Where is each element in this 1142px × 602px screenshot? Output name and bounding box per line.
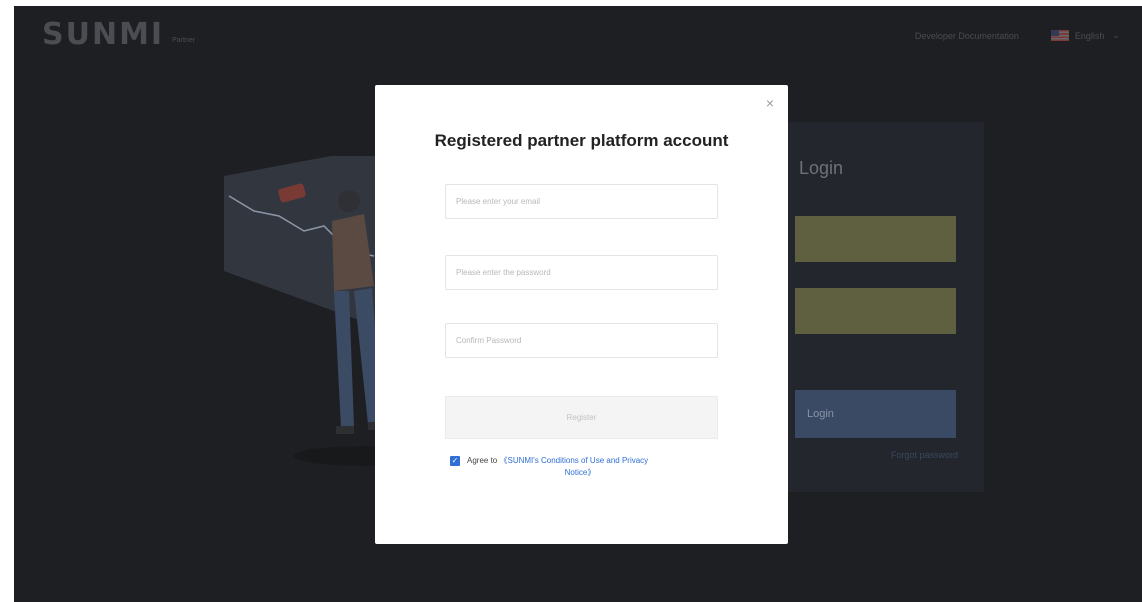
register-button[interactable]: Register (445, 396, 718, 439)
agree-prefix: Agree to (467, 456, 498, 465)
terms-link[interactable]: 《SUNMI's Conditions of Use and Privacy (499, 456, 648, 465)
login-button[interactable]: Login (795, 390, 956, 438)
sunmi-logo[interactable]: SUNMI Partner (42, 20, 195, 50)
email-field-wrapper (445, 184, 718, 219)
confirm-password-field-wrapper (445, 323, 718, 358)
password-field-wrapper (445, 255, 718, 290)
agreement: ✓ Agree to 《SUNMI's Conditions of Use an… (450, 455, 720, 479)
register-modal: × Registered partner platform account Re… (375, 85, 788, 544)
forgot-password-link[interactable]: Forgot password (891, 450, 958, 460)
password-input[interactable] (446, 256, 717, 289)
agree-checkbox[interactable]: ✓ (450, 456, 460, 466)
logo-subtitle: Partner (172, 37, 196, 44)
developer-documentation-link[interactable]: Developer Documentation (915, 31, 1019, 41)
us-flag-icon (1050, 30, 1069, 41)
confirm-password-input[interactable] (446, 324, 717, 357)
login-title: Login (799, 158, 844, 178)
header-right: Developer Documentation English ⌄ (915, 30, 1120, 41)
logo-wordmark: SUNMI (42, 17, 165, 52)
app-background: SUNMI Partner Developer Documentation En… (14, 6, 1142, 602)
language-selector[interactable]: English (1075, 31, 1105, 41)
email-input[interactable] (446, 185, 717, 218)
login-username-field[interactable] (795, 216, 956, 262)
chevron-down-icon[interactable]: ⌄ (1112, 30, 1120, 41)
login-password-field[interactable] (795, 288, 956, 334)
modal-title: Registered partner platform account (434, 131, 729, 150)
agree-text-line: Agree to 《SUNMI's Conditions of Use and … (467, 455, 720, 467)
terms-link-continued[interactable]: Notice》 (440, 467, 720, 479)
close-icon[interactable]: × (766, 95, 774, 111)
